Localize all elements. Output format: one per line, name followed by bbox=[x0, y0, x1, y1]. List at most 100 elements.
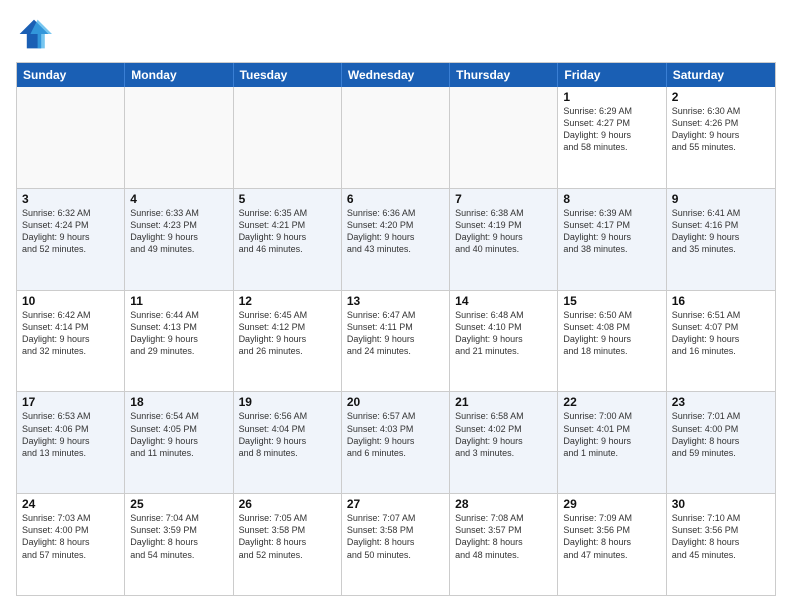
cal-cell-r1-c2: 5Sunrise: 6:35 AM Sunset: 4:21 PM Daylig… bbox=[234, 189, 342, 290]
calendar-row-5: 24Sunrise: 7:03 AM Sunset: 4:00 PM Dayli… bbox=[17, 494, 775, 595]
cal-cell-r2-c2: 12Sunrise: 6:45 AM Sunset: 4:12 PM Dayli… bbox=[234, 291, 342, 392]
cal-cell-r1-c6: 9Sunrise: 6:41 AM Sunset: 4:16 PM Daylig… bbox=[667, 189, 775, 290]
day-number: 2 bbox=[672, 90, 770, 104]
day-info: Sunrise: 7:08 AM Sunset: 3:57 PM Dayligh… bbox=[455, 512, 552, 561]
cal-cell-r4-c1: 25Sunrise: 7:04 AM Sunset: 3:59 PM Dayli… bbox=[125, 494, 233, 595]
cal-cell-r4-c2: 26Sunrise: 7:05 AM Sunset: 3:58 PM Dayli… bbox=[234, 494, 342, 595]
page: SundayMondayTuesdayWednesdayThursdayFrid… bbox=[0, 0, 792, 612]
cal-cell-r3-c1: 18Sunrise: 6:54 AM Sunset: 4:05 PM Dayli… bbox=[125, 392, 233, 493]
day-number: 22 bbox=[563, 395, 660, 409]
day-number: 7 bbox=[455, 192, 552, 206]
day-info: Sunrise: 6:38 AM Sunset: 4:19 PM Dayligh… bbox=[455, 207, 552, 256]
cal-cell-r2-c3: 13Sunrise: 6:47 AM Sunset: 4:11 PM Dayli… bbox=[342, 291, 450, 392]
day-info: Sunrise: 6:39 AM Sunset: 4:17 PM Dayligh… bbox=[563, 207, 660, 256]
day-number: 5 bbox=[239, 192, 336, 206]
calendar-row-2: 3Sunrise: 6:32 AM Sunset: 4:24 PM Daylig… bbox=[17, 189, 775, 291]
day-info: Sunrise: 6:33 AM Sunset: 4:23 PM Dayligh… bbox=[130, 207, 227, 256]
day-number: 13 bbox=[347, 294, 444, 308]
day-number: 27 bbox=[347, 497, 444, 511]
day-info: Sunrise: 6:35 AM Sunset: 4:21 PM Dayligh… bbox=[239, 207, 336, 256]
cal-cell-r1-c5: 8Sunrise: 6:39 AM Sunset: 4:17 PM Daylig… bbox=[558, 189, 666, 290]
calendar-row-3: 10Sunrise: 6:42 AM Sunset: 4:14 PM Dayli… bbox=[17, 291, 775, 393]
cal-cell-r4-c6: 30Sunrise: 7:10 AM Sunset: 3:56 PM Dayli… bbox=[667, 494, 775, 595]
day-info: Sunrise: 6:53 AM Sunset: 4:06 PM Dayligh… bbox=[22, 410, 119, 459]
cal-cell-r3-c5: 22Sunrise: 7:00 AM Sunset: 4:01 PM Dayli… bbox=[558, 392, 666, 493]
logo bbox=[16, 16, 56, 52]
cal-cell-r0-c6: 2Sunrise: 6:30 AM Sunset: 4:26 PM Daylig… bbox=[667, 87, 775, 188]
cal-cell-r2-c0: 10Sunrise: 6:42 AM Sunset: 4:14 PM Dayli… bbox=[17, 291, 125, 392]
header-day-sunday: Sunday bbox=[17, 63, 125, 87]
day-number: 10 bbox=[22, 294, 119, 308]
day-number: 4 bbox=[130, 192, 227, 206]
calendar: SundayMondayTuesdayWednesdayThursdayFrid… bbox=[16, 62, 776, 596]
cal-cell-r3-c0: 17Sunrise: 6:53 AM Sunset: 4:06 PM Dayli… bbox=[17, 392, 125, 493]
header-day-thursday: Thursday bbox=[450, 63, 558, 87]
cal-cell-r1-c3: 6Sunrise: 6:36 AM Sunset: 4:20 PM Daylig… bbox=[342, 189, 450, 290]
header-day-friday: Friday bbox=[558, 63, 666, 87]
cal-cell-r2-c1: 11Sunrise: 6:44 AM Sunset: 4:13 PM Dayli… bbox=[125, 291, 233, 392]
cal-cell-r1-c0: 3Sunrise: 6:32 AM Sunset: 4:24 PM Daylig… bbox=[17, 189, 125, 290]
day-number: 20 bbox=[347, 395, 444, 409]
day-number: 23 bbox=[672, 395, 770, 409]
day-number: 30 bbox=[672, 497, 770, 511]
cal-cell-r1-c1: 4Sunrise: 6:33 AM Sunset: 4:23 PM Daylig… bbox=[125, 189, 233, 290]
calendar-header: SundayMondayTuesdayWednesdayThursdayFrid… bbox=[17, 63, 775, 87]
day-info: Sunrise: 6:41 AM Sunset: 4:16 PM Dayligh… bbox=[672, 207, 770, 256]
day-info: Sunrise: 7:03 AM Sunset: 4:00 PM Dayligh… bbox=[22, 512, 119, 561]
cal-cell-r4-c3: 27Sunrise: 7:07 AM Sunset: 3:58 PM Dayli… bbox=[342, 494, 450, 595]
day-number: 21 bbox=[455, 395, 552, 409]
day-info: Sunrise: 6:30 AM Sunset: 4:26 PM Dayligh… bbox=[672, 105, 770, 154]
day-info: Sunrise: 7:04 AM Sunset: 3:59 PM Dayligh… bbox=[130, 512, 227, 561]
header bbox=[16, 16, 776, 52]
cal-cell-r0-c3 bbox=[342, 87, 450, 188]
day-number: 12 bbox=[239, 294, 336, 308]
day-number: 1 bbox=[563, 90, 660, 104]
day-info: Sunrise: 6:44 AM Sunset: 4:13 PM Dayligh… bbox=[130, 309, 227, 358]
day-info: Sunrise: 6:48 AM Sunset: 4:10 PM Dayligh… bbox=[455, 309, 552, 358]
day-info: Sunrise: 6:50 AM Sunset: 4:08 PM Dayligh… bbox=[563, 309, 660, 358]
calendar-body: 1Sunrise: 6:29 AM Sunset: 4:27 PM Daylig… bbox=[17, 87, 775, 595]
cal-cell-r2-c5: 15Sunrise: 6:50 AM Sunset: 4:08 PM Dayli… bbox=[558, 291, 666, 392]
calendar-row-4: 17Sunrise: 6:53 AM Sunset: 4:06 PM Dayli… bbox=[17, 392, 775, 494]
day-number: 3 bbox=[22, 192, 119, 206]
day-info: Sunrise: 7:07 AM Sunset: 3:58 PM Dayligh… bbox=[347, 512, 444, 561]
cal-cell-r3-c2: 19Sunrise: 6:56 AM Sunset: 4:04 PM Dayli… bbox=[234, 392, 342, 493]
calendar-row-1: 1Sunrise: 6:29 AM Sunset: 4:27 PM Daylig… bbox=[17, 87, 775, 189]
day-info: Sunrise: 7:09 AM Sunset: 3:56 PM Dayligh… bbox=[563, 512, 660, 561]
cal-cell-r3-c3: 20Sunrise: 6:57 AM Sunset: 4:03 PM Dayli… bbox=[342, 392, 450, 493]
day-info: Sunrise: 6:42 AM Sunset: 4:14 PM Dayligh… bbox=[22, 309, 119, 358]
cal-cell-r2-c6: 16Sunrise: 6:51 AM Sunset: 4:07 PM Dayli… bbox=[667, 291, 775, 392]
day-number: 28 bbox=[455, 497, 552, 511]
header-day-saturday: Saturday bbox=[667, 63, 775, 87]
day-info: Sunrise: 6:45 AM Sunset: 4:12 PM Dayligh… bbox=[239, 309, 336, 358]
header-day-wednesday: Wednesday bbox=[342, 63, 450, 87]
cal-cell-r0-c5: 1Sunrise: 6:29 AM Sunset: 4:27 PM Daylig… bbox=[558, 87, 666, 188]
logo-icon bbox=[16, 16, 52, 52]
cal-cell-r2-c4: 14Sunrise: 6:48 AM Sunset: 4:10 PM Dayli… bbox=[450, 291, 558, 392]
day-info: Sunrise: 6:47 AM Sunset: 4:11 PM Dayligh… bbox=[347, 309, 444, 358]
cal-cell-r0-c2 bbox=[234, 87, 342, 188]
cal-cell-r0-c4 bbox=[450, 87, 558, 188]
day-info: Sunrise: 6:54 AM Sunset: 4:05 PM Dayligh… bbox=[130, 410, 227, 459]
cal-cell-r3-c6: 23Sunrise: 7:01 AM Sunset: 4:00 PM Dayli… bbox=[667, 392, 775, 493]
cal-cell-r4-c0: 24Sunrise: 7:03 AM Sunset: 4:00 PM Dayli… bbox=[17, 494, 125, 595]
cal-cell-r4-c5: 29Sunrise: 7:09 AM Sunset: 3:56 PM Dayli… bbox=[558, 494, 666, 595]
day-info: Sunrise: 7:00 AM Sunset: 4:01 PM Dayligh… bbox=[563, 410, 660, 459]
cal-cell-r3-c4: 21Sunrise: 6:58 AM Sunset: 4:02 PM Dayli… bbox=[450, 392, 558, 493]
day-number: 16 bbox=[672, 294, 770, 308]
day-number: 19 bbox=[239, 395, 336, 409]
day-number: 25 bbox=[130, 497, 227, 511]
day-info: Sunrise: 7:10 AM Sunset: 3:56 PM Dayligh… bbox=[672, 512, 770, 561]
day-info: Sunrise: 6:36 AM Sunset: 4:20 PM Dayligh… bbox=[347, 207, 444, 256]
day-info: Sunrise: 6:56 AM Sunset: 4:04 PM Dayligh… bbox=[239, 410, 336, 459]
day-number: 18 bbox=[130, 395, 227, 409]
day-info: Sunrise: 7:01 AM Sunset: 4:00 PM Dayligh… bbox=[672, 410, 770, 459]
day-info: Sunrise: 6:32 AM Sunset: 4:24 PM Dayligh… bbox=[22, 207, 119, 256]
day-info: Sunrise: 6:29 AM Sunset: 4:27 PM Dayligh… bbox=[563, 105, 660, 154]
cal-cell-r1-c4: 7Sunrise: 6:38 AM Sunset: 4:19 PM Daylig… bbox=[450, 189, 558, 290]
day-info: Sunrise: 6:57 AM Sunset: 4:03 PM Dayligh… bbox=[347, 410, 444, 459]
day-number: 8 bbox=[563, 192, 660, 206]
day-number: 14 bbox=[455, 294, 552, 308]
day-number: 9 bbox=[672, 192, 770, 206]
day-number: 15 bbox=[563, 294, 660, 308]
